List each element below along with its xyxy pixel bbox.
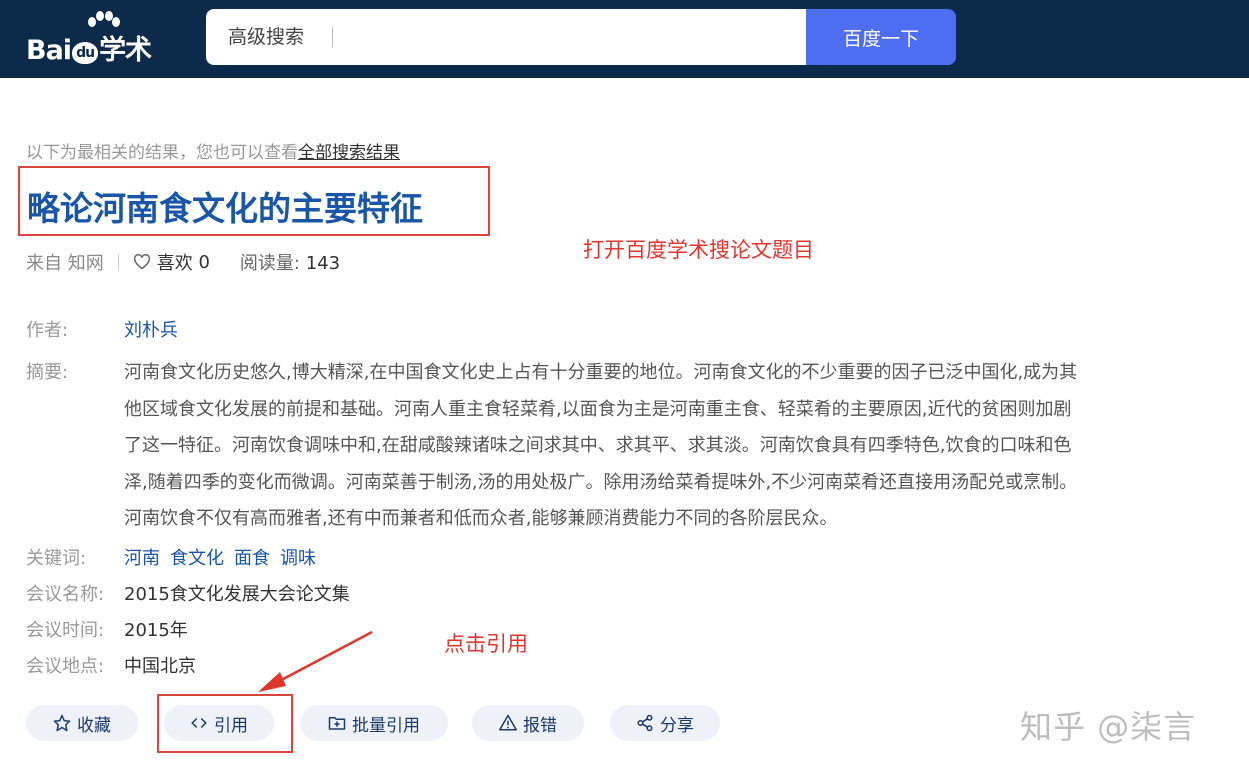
read-count: 阅读量: 143 bbox=[239, 253, 341, 274]
like-button[interactable]: 喜欢 0 bbox=[133, 249, 210, 275]
conference-time: 2015年 bbox=[124, 620, 188, 641]
keyword-link[interactable]: 面食 bbox=[234, 548, 270, 569]
star-icon bbox=[53, 714, 71, 732]
source-text: 来自 知网 bbox=[26, 253, 104, 274]
heart-icon bbox=[133, 254, 150, 270]
report-label: 报错 bbox=[523, 715, 557, 736]
logo-text: Bai du 学术 bbox=[26, 35, 152, 66]
keywords-label: 关键词: bbox=[26, 548, 87, 569]
annotation-arrow-icon bbox=[258, 630, 373, 692]
top-bar: Baidu学术 百度一下 bbox=[0, 0, 1249, 78]
conference-time-label: 会议时间: bbox=[26, 620, 105, 641]
annotation-open-hint: 打开百度学术搜论文题目 bbox=[583, 238, 814, 262]
paper-title[interactable]: 略论河南食文化的主要特征 bbox=[27, 182, 423, 230]
likes-count: 0 bbox=[198, 251, 210, 273]
keywords-list: 河南 食文化 面食 调味 bbox=[124, 544, 326, 570]
paper-meta: 来自 知网 喜欢 0 阅读量: 143 bbox=[26, 249, 340, 275]
divider bbox=[117, 254, 119, 270]
batch-cite-button[interactable]: 批量引用 bbox=[300, 705, 448, 741]
collect-button[interactable]: 收藏 bbox=[26, 705, 138, 741]
conference-place: 中国北京 bbox=[124, 656, 196, 677]
annotation-click-hint: 点击引用 bbox=[444, 632, 528, 656]
report-button[interactable]: 报错 bbox=[472, 705, 584, 741]
conference-name-label: 会议名称: bbox=[26, 584, 105, 605]
share-label: 分享 bbox=[660, 715, 694, 736]
search-input[interactable] bbox=[228, 9, 788, 65]
keyword-link[interactable]: 调味 bbox=[280, 548, 316, 569]
paw-icon bbox=[88, 11, 120, 27]
conference-name: 2015食文化发展大会论文集 bbox=[124, 584, 350, 605]
keyword-link[interactable]: 食文化 bbox=[170, 548, 224, 569]
likes-label: 喜欢 bbox=[156, 253, 193, 274]
keyword-link[interactable]: 河南 bbox=[124, 548, 160, 569]
cite-highlight-box bbox=[157, 694, 293, 753]
result-hint: 以下为最相关的结果，您也可以查看全部搜索结果 bbox=[26, 143, 400, 163]
collect-label: 收藏 bbox=[77, 715, 111, 736]
share-icon bbox=[637, 714, 653, 732]
warning-icon bbox=[499, 714, 517, 731]
batch-cite-label: 批量引用 bbox=[352, 715, 420, 736]
search-button[interactable]: 百度一下 bbox=[806, 9, 956, 65]
watermark: 知乎 @柒言 bbox=[1020, 708, 1197, 746]
all-results-link[interactable]: 全部搜索结果 bbox=[298, 143, 400, 163]
conference-place-label: 会议地点: bbox=[26, 656, 105, 677]
search-box bbox=[206, 9, 806, 65]
author-link[interactable]: 刘朴兵 bbox=[124, 316, 178, 342]
abstract-label: 摘要: bbox=[26, 362, 69, 383]
abstract-text: 河南食文化历史悠久,博大精深,在中国食文化史上占有十分重要的地位。河南食文化的不… bbox=[124, 362, 1078, 529]
text-cursor bbox=[332, 27, 333, 47]
baidu-scholar-logo[interactable]: Bai du 学术 bbox=[26, 11, 186, 66]
share-button[interactable]: 分享 bbox=[610, 705, 720, 741]
author-label: 作者: bbox=[26, 320, 69, 341]
folder-plus-icon bbox=[328, 717, 346, 730]
